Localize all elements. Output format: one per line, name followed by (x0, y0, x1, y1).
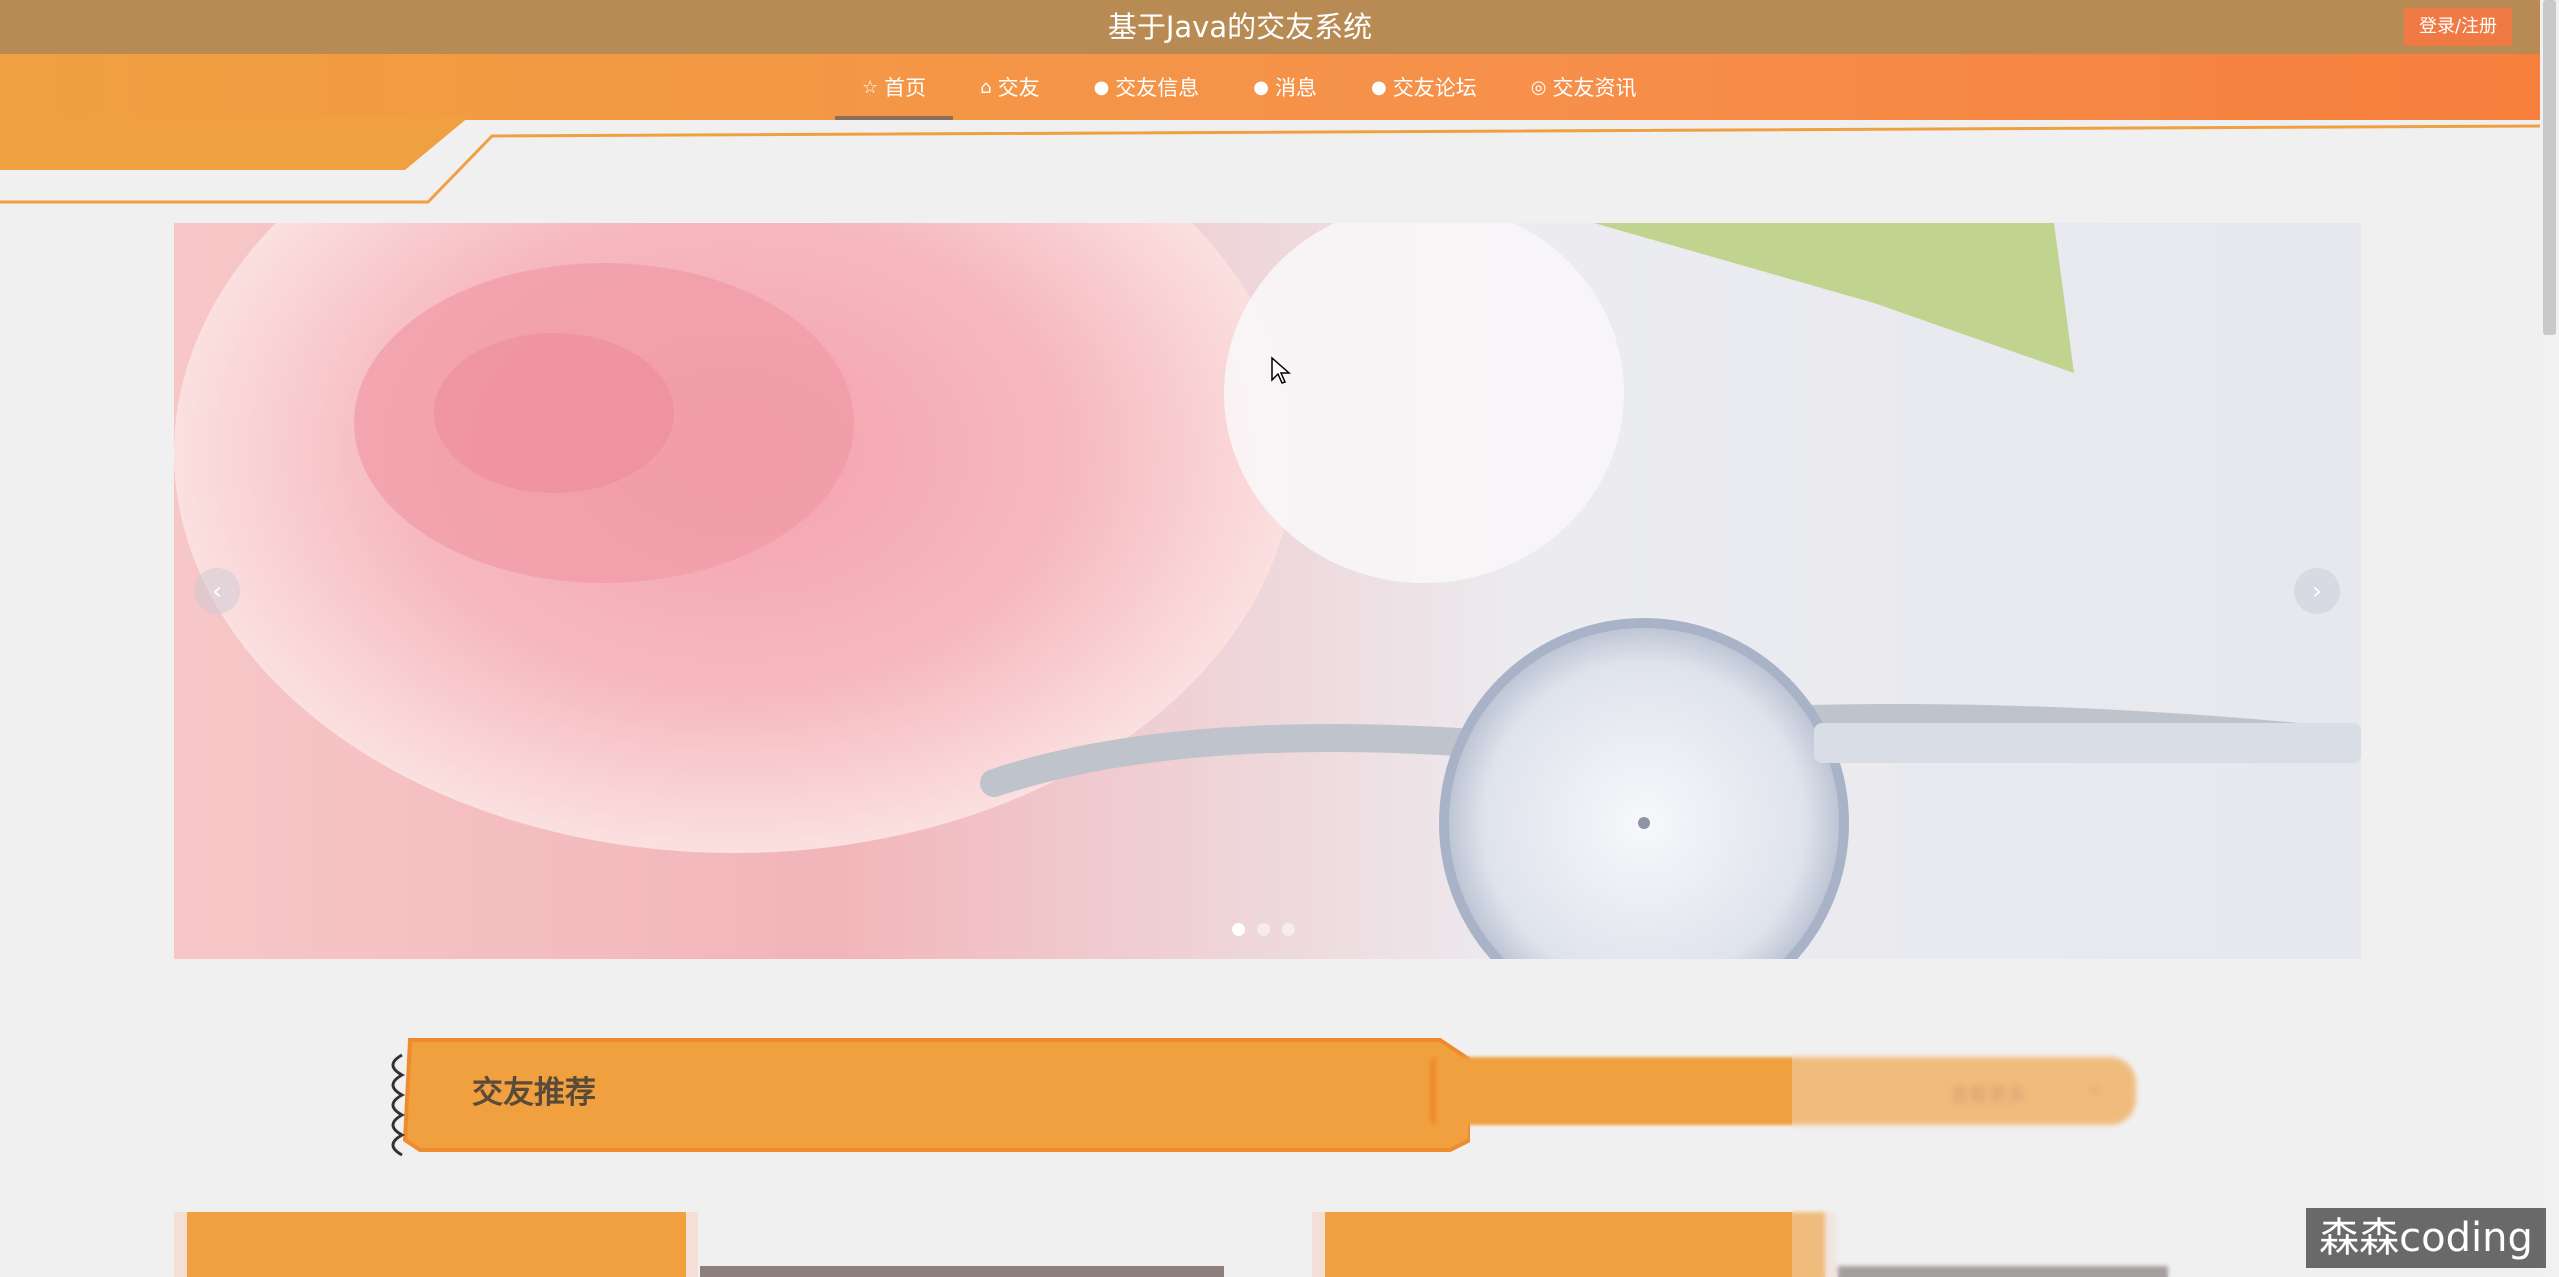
carousel-next-button[interactable]: › (2294, 568, 2340, 614)
recommend-card[interactable] (1325, 1212, 1825, 1277)
section-title: 交友推荐 (472, 1075, 596, 1111)
carousel-indicators (1232, 923, 1295, 936)
info-icon: ● (1093, 76, 1110, 98)
site-title: 基于Java的交友系统 (1107, 10, 1373, 44)
question-icon: ● (1253, 76, 1270, 98)
main-nav-bar: ☆ 首页 ⌂ 交友 ● 交友信息 ● 消息 ● 交友论坛 ◎ 交友资讯 (0, 54, 2540, 120)
globe-icon: ◎ (1530, 76, 1547, 98)
watermark: 森森coding (2306, 1208, 2546, 1268)
carousel-dot[interactable] (1232, 923, 1245, 936)
header-decoration (0, 116, 2540, 204)
recommend-card[interactable] (187, 1212, 686, 1277)
nav-item-label: 消息 (1275, 76, 1318, 100)
nav-item-friends[interactable]: ⌂ 交友 (953, 54, 1066, 120)
nav-item-news[interactable]: ◎ 交友资讯 (1504, 54, 1664, 120)
star-icon: ☆ (862, 76, 879, 98)
hero-carousel[interactable]: ‹ › (174, 223, 2361, 959)
carousel-dot[interactable] (1257, 923, 1270, 936)
nav-item-messages[interactable]: ● 消息 (1226, 54, 1344, 120)
nav-item-home[interactable]: ☆ 首页 (835, 54, 954, 120)
carousel-prev-button[interactable]: ‹ (194, 568, 240, 614)
carousel-slide-image (174, 223, 2361, 959)
top-header-bar: 基于Java的交友系统 登录/注册 (0, 0, 2540, 54)
login-register-button[interactable]: 登录/注册 (2404, 8, 2512, 46)
page-scrollbar-thumb[interactable] (2543, 0, 2556, 335)
info-circle-icon: ● (1371, 76, 1387, 98)
nav-item-friend-info[interactable]: ● 交友信息 (1067, 54, 1227, 120)
card-photo (700, 1266, 1224, 1277)
nav-item-label: 交友论坛 (1392, 76, 1477, 100)
nav-item-label: 交友 (997, 76, 1040, 100)
nav-item-forum[interactable]: ● 交友论坛 (1344, 54, 1504, 120)
bag-icon: ⌂ (980, 76, 992, 98)
mouse-cursor-icon (1271, 356, 1291, 384)
carousel-dot[interactable] (1282, 923, 1295, 936)
nav-item-label: 交友资讯 (1552, 76, 1637, 100)
nav-item-label: 交友信息 (1115, 76, 1200, 100)
nav-item-label: 首页 (884, 76, 927, 100)
nav-menu: ☆ 首页 ⌂ 交友 ● 交友信息 ● 消息 ● 交友论坛 ◎ 交友资讯 (835, 54, 1663, 120)
